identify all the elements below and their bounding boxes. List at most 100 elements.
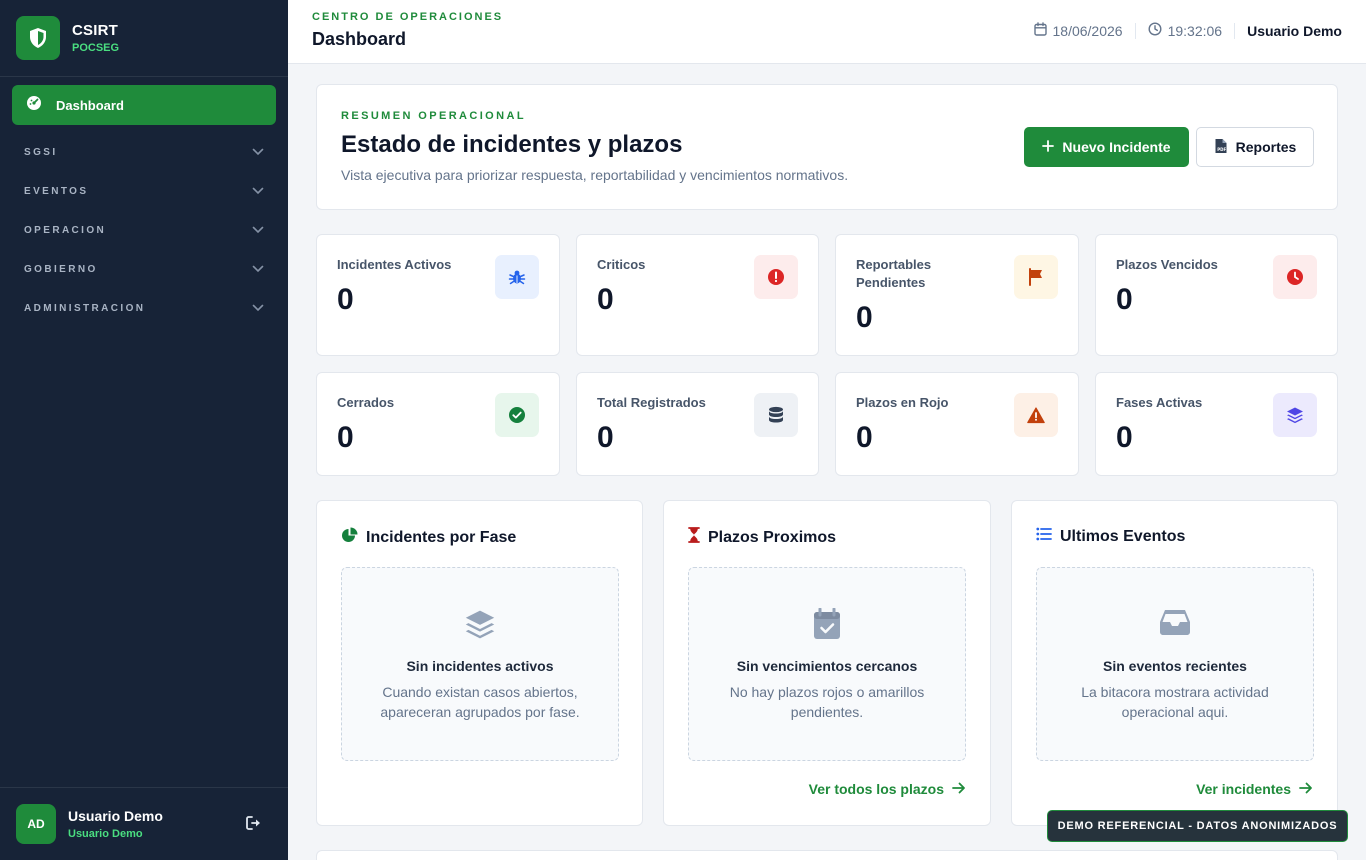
stat-label: Plazos Vencidos [1116, 257, 1218, 272]
stat-label: Fases Activas [1116, 395, 1203, 410]
stat-value: 0 [597, 283, 614, 316]
sidebar-user: AD Usuario Demo Usuario Demo [0, 787, 288, 860]
summary-kicker: RESUMEN OPERACIONAL [341, 110, 526, 122]
empty-title: Sin vencimientos cercanos [736, 658, 918, 674]
arrow-right-icon [1299, 781, 1313, 797]
reports-label: Reportes [1235, 139, 1297, 155]
stat-value: 0 [597, 421, 614, 454]
clock-icon [1148, 22, 1162, 39]
stat-label: Incidentes Activos [337, 257, 452, 272]
sidebar-group-label: GOBIERNO [24, 263, 98, 275]
panel-title: Incidentes por Fase [366, 529, 517, 546]
stat-value: 0 [337, 283, 354, 316]
sidebar-group-label: ADMINISTRACION [24, 302, 146, 314]
sidebar-group-operacion[interactable]: OPERACION [24, 220, 264, 240]
chevron-down-icon [252, 182, 264, 200]
sidebar-item-label: Dashboard [56, 97, 124, 113]
plus-icon [1042, 139, 1055, 155]
chevron-down-icon [252, 221, 264, 239]
check-circle-icon [495, 393, 539, 437]
stat-card-expired-deadlines: Plazos Vencidos 0 [1095, 234, 1338, 356]
empty-title: Sin eventos recientes [1103, 658, 1247, 674]
view-all-deadlines-link[interactable]: Ver todos los plazos [809, 781, 966, 797]
stat-value: 0 [856, 301, 873, 334]
panel-title: Plazos Proximos [708, 528, 837, 546]
link-label: Ver todos los plazos [808, 781, 944, 797]
date-text: 18/06/2026 [1052, 22, 1123, 39]
stat-label: Reportables Pendientes [856, 257, 932, 290]
new-incident-label: Nuevo Incidente [1062, 139, 1171, 155]
empty-description: Cuando existan casos abiertos, aparecera… [380, 684, 580, 720]
file-pdf-icon: PDF [1214, 138, 1228, 157]
summary-description: Vista ejecutiva para priorizar respuesta… [341, 167, 849, 183]
database-icon [754, 393, 798, 437]
warning-icon [1014, 393, 1058, 437]
sidebar-group-label: SGSI [24, 146, 58, 158]
sidebar-group-label: EVENTOS [24, 185, 89, 197]
empty-state: Sin vencimientos cercanos No hay plazos … [688, 567, 966, 761]
chevron-down-icon [252, 260, 264, 278]
stat-card-active-phases: Fases Activas 0 [1095, 372, 1338, 476]
sidebar-item-dashboard[interactable]: Dashboard [12, 85, 276, 125]
stat-label: Cerrados [337, 395, 395, 410]
panel-title: Ultimos Eventos [1060, 527, 1186, 545]
stat-label: Plazos en Rojo [856, 395, 949, 410]
header-time: 19:32:06 [1148, 22, 1223, 39]
shield-icon [16, 16, 60, 60]
stat-value: 0 [1116, 421, 1133, 454]
stat-card-reportable-pending: Reportables Pendientes 0 [835, 234, 1079, 356]
summary-title: Estado de incidentes y plazos [341, 131, 683, 158]
pie-chart-icon [341, 527, 358, 549]
stat-label: Criticos [597, 257, 646, 272]
layers-icon [1273, 393, 1317, 437]
list-icon [1036, 527, 1052, 546]
brand: CSIRT POCSEG [0, 0, 288, 77]
stat-card-red-deadlines: Plazos en Rojo 0 [835, 372, 1079, 476]
header-date: 18/06/2026 [1033, 22, 1123, 39]
gauge-icon [26, 95, 42, 116]
flag-icon [1014, 255, 1058, 299]
time-text: 19:32:06 [1167, 22, 1223, 39]
link-label: Ver incidentes [1196, 781, 1291, 797]
header-user: Usuario Demo [1247, 22, 1342, 39]
brand-subtitle: POCSEG [72, 42, 120, 54]
empty-title: Sin incidentes activos [406, 658, 554, 674]
header-kicker: CENTRO DE OPERACIONES [312, 11, 504, 23]
stat-card-active-incidents: Incidentes Activos 0 [316, 234, 560, 356]
stat-card-closed: Cerrados 0 [316, 372, 560, 476]
stat-card-critical: Criticos 0 [576, 234, 819, 356]
svg-text:PDF: PDF [1217, 147, 1226, 152]
sidebar: CSIRT POCSEG Dashboard SGSI EVENTOS OPER… [0, 0, 288, 860]
stat-card-total-registered: Total Registrados 0 [576, 372, 819, 476]
user-name: Usuario Demo [68, 808, 163, 824]
page-title: Dashboard [312, 29, 407, 49]
arrow-right-icon [952, 781, 966, 797]
sidebar-group-sgsi[interactable]: SGSI [24, 142, 264, 162]
panel-incidents-by-phase: Incidentes por Fase Sin incidentes activ… [316, 500, 643, 826]
sidebar-group-label: OPERACION [24, 224, 107, 236]
inbox-icon [1037, 608, 1313, 636]
reports-button[interactable]: PDF Reportes [1196, 127, 1314, 167]
layers-icon [342, 608, 618, 640]
stat-value: 0 [337, 421, 354, 454]
chevron-down-icon [252, 143, 264, 161]
brand-title: CSIRT [72, 22, 118, 39]
sidebar-group-gobierno[interactable]: GOBIERNO [24, 259, 264, 279]
new-incident-button[interactable]: Nuevo Incidente [1024, 127, 1189, 167]
sidebar-group-administracion[interactable]: ADMINISTRACION [24, 298, 264, 318]
stat-value: 0 [1116, 283, 1133, 316]
stat-label: Total Registrados [597, 395, 706, 410]
calendar-check-icon [689, 608, 965, 640]
user-role: Usuario Demo [68, 828, 143, 840]
hourglass-icon [688, 527, 700, 548]
empty-description: No hay plazos rojos o amarillos pendient… [729, 684, 925, 720]
panel-latest-events: Ultimos Eventos Sin eventos recientes La… [1011, 500, 1338, 826]
demo-badge: DEMO REFERENCIAL - DATOS ANONIMIZADOS [1047, 810, 1348, 842]
summary-card: RESUMEN OPERACIONAL Estado de incidentes… [316, 84, 1338, 210]
stat-value: 0 [856, 421, 873, 454]
view-incidents-link[interactable]: Ver incidentes [1196, 781, 1313, 797]
sidebar-group-eventos[interactable]: EVENTOS [24, 181, 264, 201]
logout-icon[interactable] [246, 816, 262, 835]
clock-icon [1273, 255, 1317, 299]
top-header: CENTRO DE OPERACIONES Dashboard 18/06/20… [288, 0, 1366, 64]
